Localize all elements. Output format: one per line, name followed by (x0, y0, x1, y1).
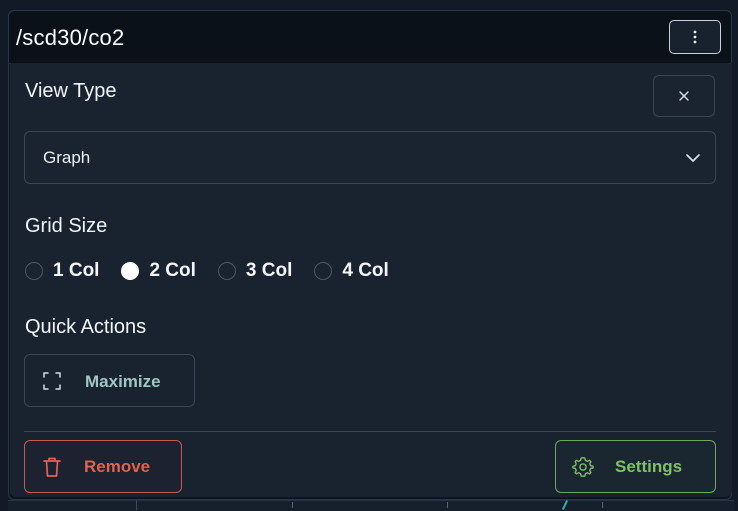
remove-label: Remove (84, 457, 151, 476)
widget-title: /scd30/co2 (16, 25, 125, 50)
radio-button[interactable] (217, 262, 236, 280)
quick-actions-label: Quick Actions (25, 316, 147, 338)
grid-size-option-4-col[interactable]: 4 Col (314, 260, 389, 282)
grid-size-option-1-col[interactable]: 1 Col (25, 260, 99, 282)
widget-options-menu: View Type Graph Grid Size 1 Col 2 Col 3 … (10, 63, 732, 497)
radio-button[interactable] (25, 262, 43, 280)
background-graph-tick (602, 502, 603, 508)
maximize-button[interactable]: Maximize (24, 354, 195, 407)
settings-label: Settings (615, 457, 683, 476)
background-graph-strip (8, 500, 734, 511)
view-type-select[interactable]: Graph (24, 131, 716, 184)
maximize-icon (43, 372, 61, 390)
remove-button[interactable]: Remove (24, 440, 182, 493)
grid-size-option-2-col[interactable]: 2 Col (121, 260, 196, 282)
settings-button[interactable]: Settings (555, 440, 716, 493)
radio-label: 2 Col (149, 260, 196, 281)
grid-size-option-3-col[interactable]: 3 Col (217, 260, 293, 282)
background-graph-tick (447, 502, 448, 508)
radio-button-checked[interactable] (121, 262, 140, 280)
menu-divider (24, 431, 716, 432)
grid-size-radio-group: 1 Col 2 Col 3 Col 4 Col (25, 259, 411, 283)
grid-size-label: Grid Size (25, 215, 108, 237)
close-icon (679, 91, 689, 101)
close-menu-button[interactable] (653, 75, 715, 117)
background-graph-tick (292, 502, 293, 508)
trash-icon (43, 457, 61, 477)
more-vertical-icon (693, 30, 697, 44)
maximize-label: Maximize (85, 372, 161, 391)
background-graph-axis (136, 500, 137, 510)
radio-label: 4 Col (342, 260, 389, 281)
view-type-selected-value: Graph (43, 148, 91, 167)
widget-menu-button[interactable] (669, 20, 721, 54)
chevron-down-icon (686, 154, 700, 162)
widget-header: /scd30/co2 (9, 11, 731, 64)
gear-icon (572, 456, 594, 477)
radio-label: 3 Col (245, 260, 293, 281)
radio-label: 1 Col (53, 260, 100, 281)
view-type-label: View Type (25, 80, 117, 102)
radio-button[interactable] (314, 262, 333, 280)
